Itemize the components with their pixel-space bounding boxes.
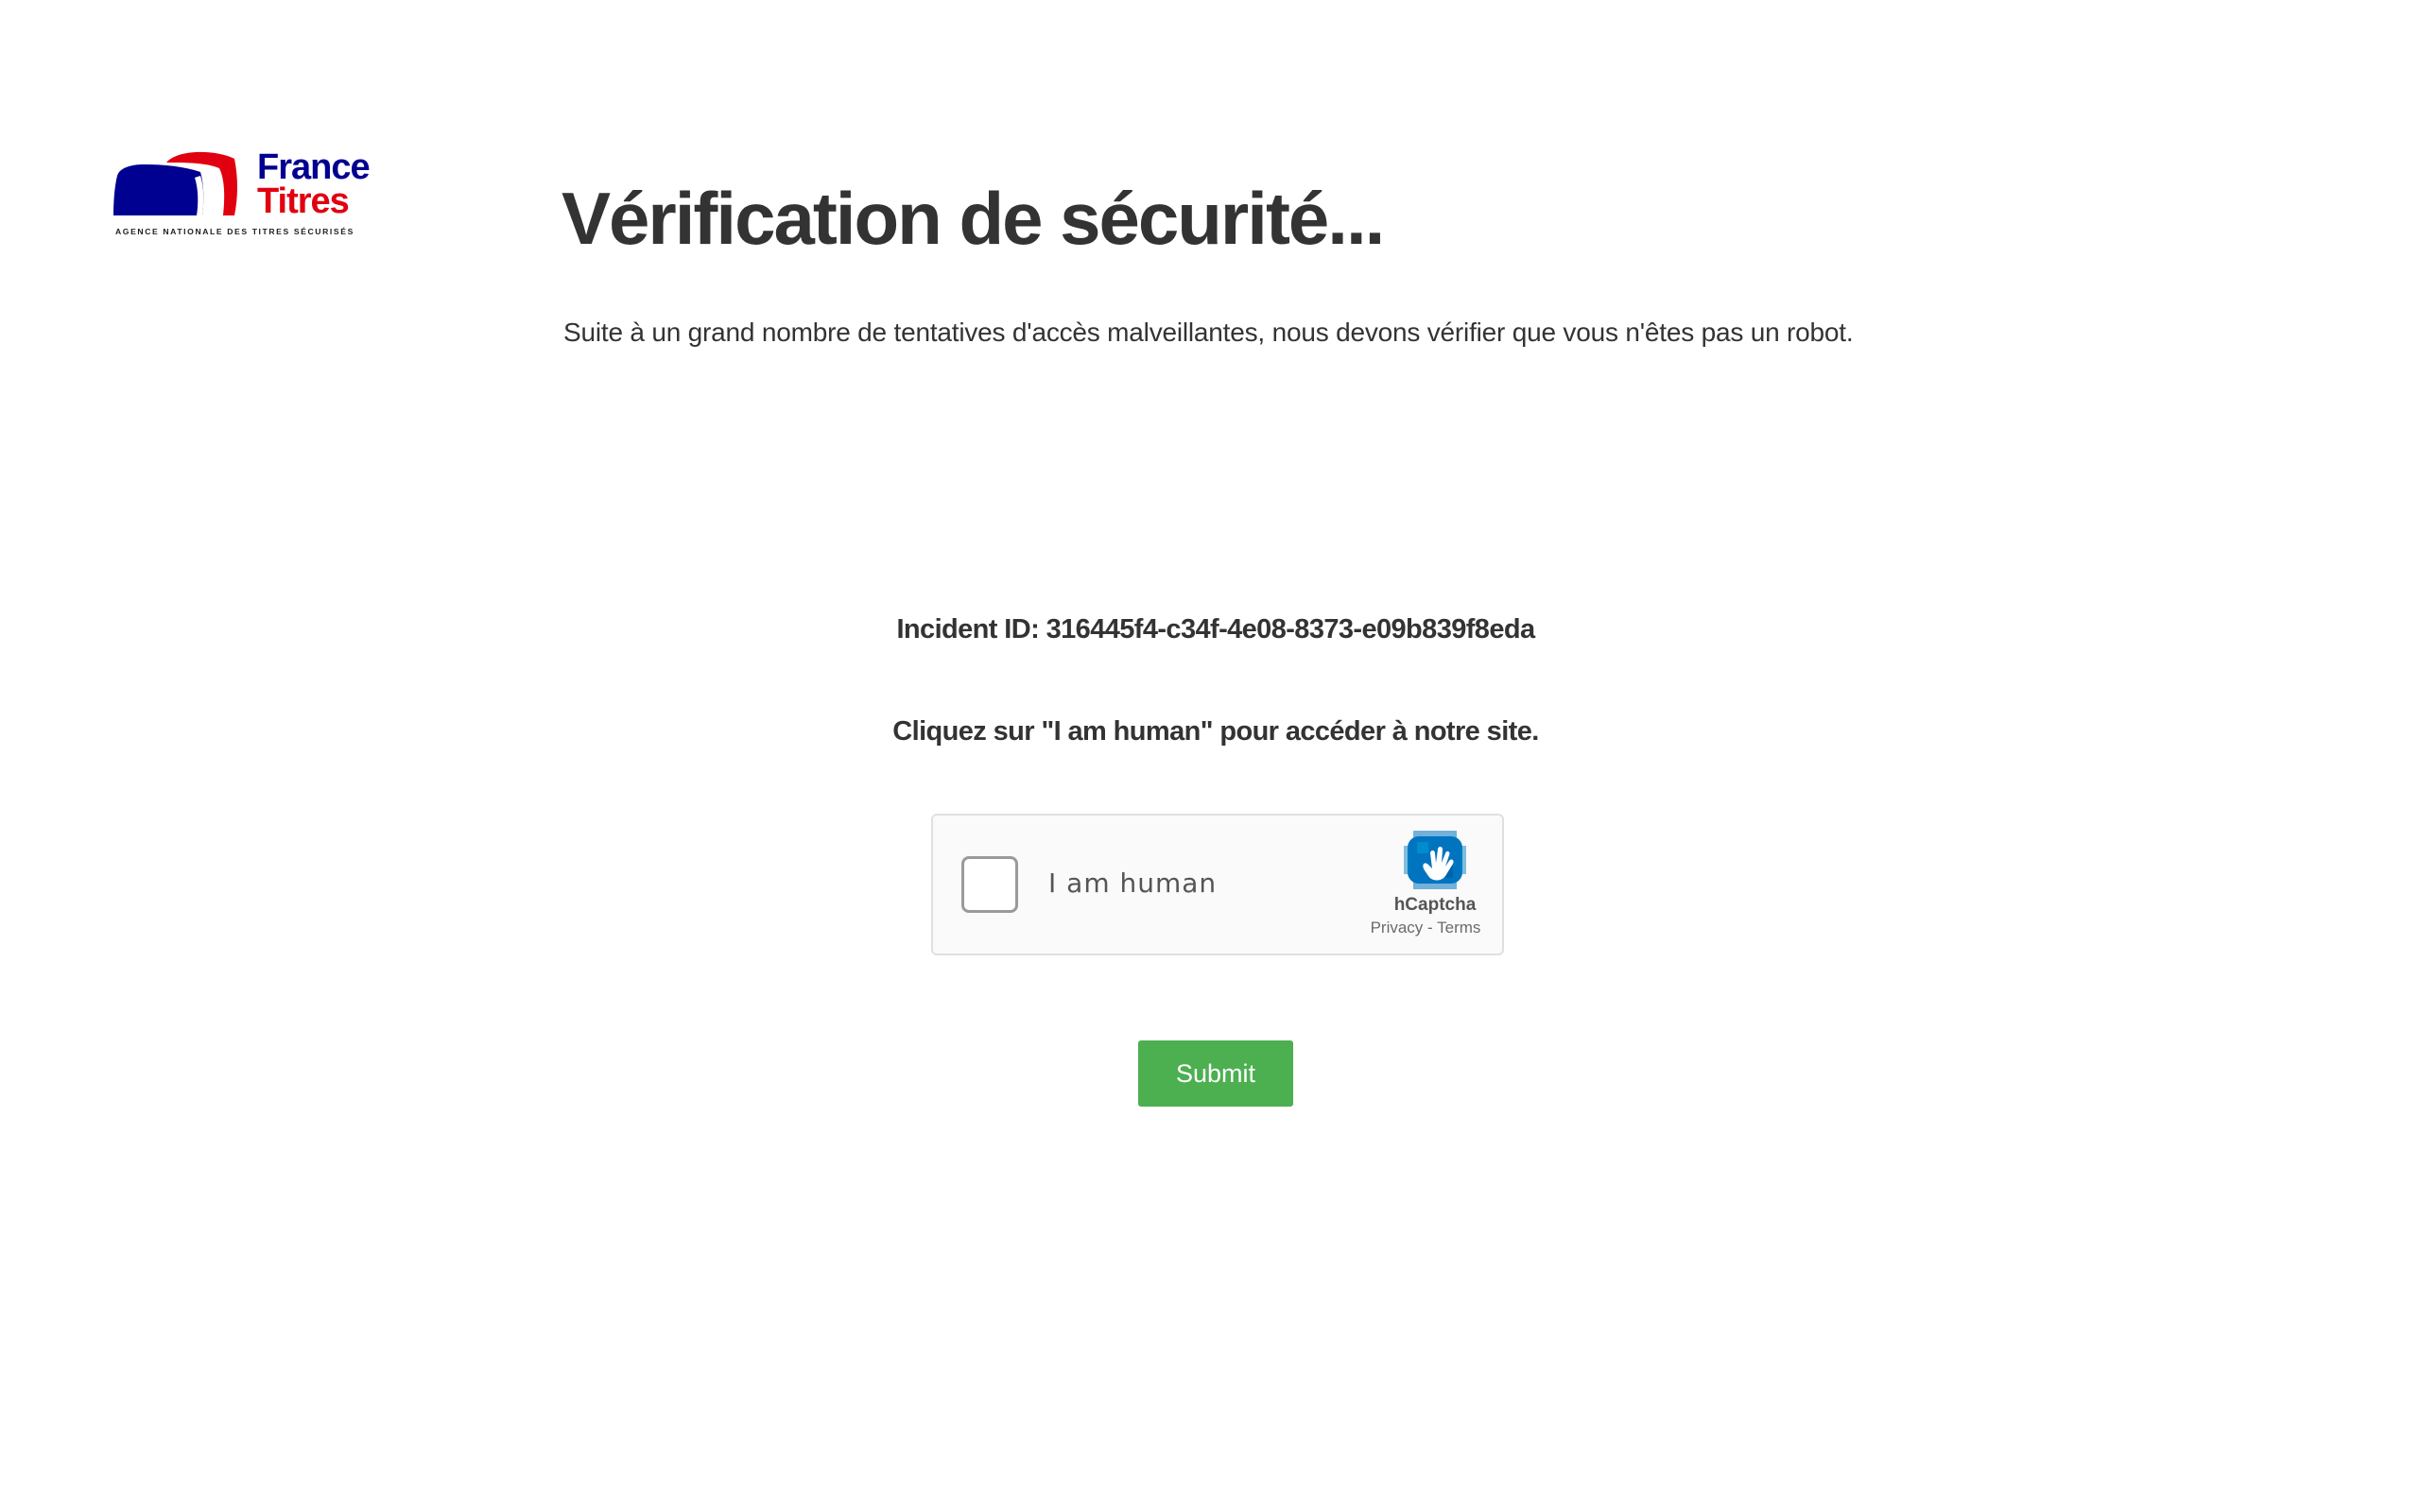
- hcaptcha-privacy-link[interactable]: Privacy: [1371, 919, 1424, 936]
- france-titres-emblem-icon: [113, 151, 237, 215]
- page-subtitle: Suite à un grand nombre de tentatives d'…: [563, 318, 1854, 347]
- hcaptcha-link-separator: -: [1423, 919, 1438, 936]
- hcaptcha-hand-icon: [1404, 831, 1466, 889]
- page: France Titres AGENCE NATIONALE DES TITRE…: [0, 0, 2420, 1512]
- france-titres-logo: France Titres AGENCE NATIONALE DES TITRE…: [112, 147, 376, 242]
- hcaptcha-links: Privacy - Terms: [1349, 918, 1502, 938]
- hcaptcha-terms-link[interactable]: Terms: [1437, 919, 1480, 936]
- logo-word-france: France: [257, 147, 371, 187]
- captcha-instruction: Cliquez sur "I am human" pour accéder à …: [892, 716, 1539, 747]
- page-title: Vérification de sécurité...: [562, 177, 1385, 260]
- captcha-checkbox[interactable]: [961, 856, 1018, 913]
- submit-button[interactable]: Submit: [1138, 1040, 1293, 1107]
- captcha-checkbox-label: I am human: [1048, 868, 1218, 899]
- logo-word-titres: Titres: [257, 181, 350, 221]
- logo-tagline: AGENCE NATIONALE DES TITRES SÉCURISÉS: [115, 227, 354, 236]
- incident-id: Incident ID: 316445f4-c34f-4e08-8373-e09…: [896, 614, 1535, 644]
- hcaptcha-brand-label: hCaptcha: [1393, 895, 1477, 915]
- hcaptcha-widget: I am human hCaptcha Privacy - Terms: [931, 814, 1504, 955]
